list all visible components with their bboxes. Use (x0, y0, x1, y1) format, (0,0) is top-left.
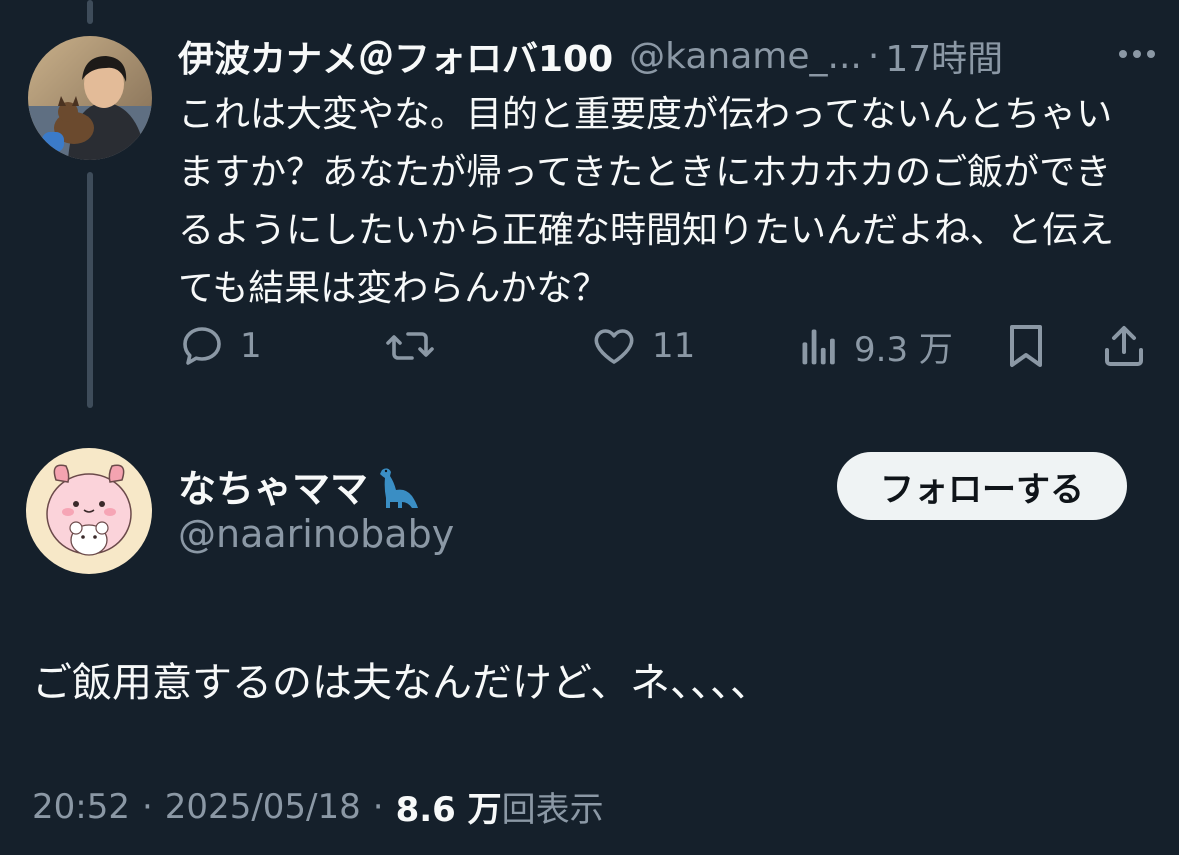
share-button[interactable] (1100, 318, 1148, 374)
reply-author-avatar[interactable] (28, 36, 152, 160)
reply-author-name[interactable]: 伊波カナメ＠フォロバ100 (178, 30, 613, 82)
dinosaur-emoji-icon (380, 467, 419, 508)
post-author-handle[interactable]: @naarinobaby (178, 512, 454, 556)
views-count: 9.3 万 (854, 329, 953, 370)
like-count: 11 (652, 326, 696, 366)
post-author-avatar[interactable] (26, 448, 152, 574)
post-views-label: 回表示 (501, 790, 604, 830)
heart-icon (594, 329, 634, 364)
person-with-dog-avatar-icon (28, 36, 152, 160)
reply-button[interactable]: 1 (178, 318, 262, 374)
post-author-name-row[interactable]: なちゃママ (178, 458, 420, 513)
like-button[interactable]: 11 (590, 318, 695, 374)
repost-icon (386, 332, 434, 360)
repost-button[interactable] (384, 318, 450, 374)
thread-line (87, 172, 93, 408)
post-author-name: なちゃママ (178, 467, 369, 511)
reply-text: これは大変やな。目的と重要度が伝わってないんとちゃいますか？あなたが帰ってきたと… (178, 94, 1115, 309)
analytics-bars-icon (802, 329, 835, 365)
post-text: ご飯用意するのは夫なんだけど、ネ、、、、 (32, 660, 770, 706)
more-options-button[interactable] (1115, 34, 1159, 74)
meta-separator: · (372, 786, 384, 827)
post-meta: 20:52 · 2025/05/18 · 8.6 万 回表示 (32, 782, 604, 831)
post-date[interactable]: 2025/05/18 (165, 787, 361, 827)
reply-header: 伊波カナメ＠フォロバ100 @kaname_... · 17時間 (178, 26, 1168, 86)
reply-bubble-icon (183, 327, 221, 365)
thread-line-top (87, 0, 93, 24)
separator-dot: · (867, 35, 880, 77)
meta-separator: · (141, 786, 153, 827)
bookmark-button[interactable] (1004, 318, 1048, 374)
post-time[interactable]: 20:52 (32, 787, 130, 827)
reply-count: 1 (240, 326, 262, 366)
tweet-detail-page: 伊波カナメ＠フォロバ100 @kaname_... · 17時間 これは大変やな… (0, 0, 1179, 855)
views-button[interactable]: 9.3 万 (798, 318, 953, 374)
reply-timestamp[interactable]: 17時間 (885, 30, 1003, 82)
more-horizontal-icon (1119, 50, 1155, 58)
cartoon-character-avatar-icon (26, 448, 152, 574)
bookmark-icon (1010, 325, 1042, 367)
reply-author-handle[interactable]: @kaname_... (629, 36, 862, 77)
follow-button[interactable]: フォローする (837, 452, 1127, 520)
reply-action-bar: 1 11 9.3 万 (178, 318, 1158, 374)
share-upload-icon (1105, 326, 1143, 366)
post-views-count[interactable]: 8.6 万 (396, 782, 502, 831)
